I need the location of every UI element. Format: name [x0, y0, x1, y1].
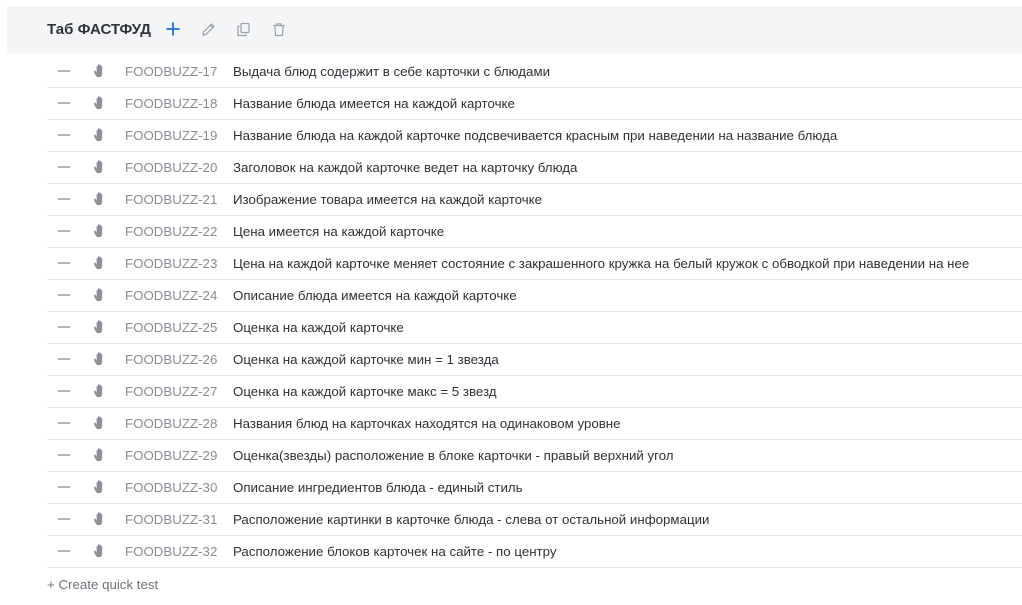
test-case-row[interactable]: FOODBUZZ-24 Описание блюда имеется на каж…: [47, 280, 1022, 312]
pencil-icon: [201, 22, 215, 36]
test-case-title[interactable]: Название блюда имеется на каждой карточк…: [233, 96, 515, 111]
trash-icon: [273, 22, 285, 36]
priority-dash-icon: [58, 262, 70, 264]
copy-icon: [236, 22, 250, 36]
test-case-id[interactable]: FOODBUZZ-27: [125, 384, 217, 399]
suite-header: Таб ФАСТФУД: [7, 6, 1022, 53]
test-case-title[interactable]: Цена на каждой карточке меняет состояние…: [233, 256, 969, 271]
test-case-id[interactable]: FOODBUZZ-21: [125, 192, 217, 207]
manual-hand-icon: [93, 511, 107, 526]
manual-hand-icon: [93, 319, 107, 334]
manual-hand-icon: [93, 415, 107, 430]
manual-hand-icon: [93, 543, 107, 558]
test-case-id[interactable]: FOODBUZZ-18: [125, 96, 217, 111]
priority-dash-icon: [58, 326, 70, 328]
test-case-id[interactable]: FOODBUZZ-24: [125, 288, 217, 303]
priority-dash-icon: [58, 422, 70, 424]
test-case-id[interactable]: FOODBUZZ-19: [125, 128, 217, 143]
test-case-title[interactable]: Оценка на каждой карточке: [233, 320, 404, 335]
test-case-row[interactable]: FOODBUZZ-22 Цена имеется на каждой карточ…: [47, 216, 1022, 248]
priority-dash-icon: [58, 134, 70, 136]
test-case-title[interactable]: Заголовок на каждой карточке ведет на ка…: [233, 160, 577, 175]
test-case-row[interactable]: FOODBUZZ-25 Оценка на каждой карточке: [47, 312, 1022, 344]
copy-suite-button[interactable]: [232, 18, 254, 40]
test-case-id[interactable]: FOODBUZZ-25: [125, 320, 217, 335]
test-case-title[interactable]: Оценка(звезды) расположение в блоке карт…: [233, 448, 674, 463]
create-quick-test-link[interactable]: + Create quick test: [47, 577, 158, 592]
manual-hand-icon: [93, 447, 107, 462]
test-case-id[interactable]: FOODBUZZ-32: [125, 544, 217, 559]
test-case-title[interactable]: Оценка на каждой карточке мин = 1 звезда: [233, 352, 499, 367]
manual-hand-icon: [93, 287, 107, 302]
test-case-row[interactable]: FOODBUZZ-31 Расположение картинки в карто…: [47, 504, 1022, 536]
priority-dash-icon: [58, 294, 70, 296]
test-case-title[interactable]: Расположение картинки в карточке блюда -…: [233, 512, 709, 527]
test-case-id[interactable]: FOODBUZZ-22: [125, 224, 217, 239]
manual-hand-icon: [93, 191, 107, 206]
test-case-row[interactable]: FOODBUZZ-21 Изображение товара имеется на…: [47, 184, 1022, 216]
priority-dash-icon: [58, 70, 70, 72]
test-case-title[interactable]: Описание ингредиентов блюда - единый сти…: [233, 480, 523, 495]
manual-hand-icon: [93, 383, 107, 398]
test-case-row[interactable]: FOODBUZZ-30 Описание ингредиентов блюда -…: [47, 472, 1022, 504]
test-case-row[interactable]: FOODBUZZ-29 Оценка(звезды) расположение в…: [47, 440, 1022, 472]
suite-title: Таб ФАСТФУД: [47, 21, 151, 38]
priority-dash-icon: [58, 102, 70, 104]
priority-dash-icon: [58, 166, 70, 168]
test-case-row[interactable]: FOODBUZZ-20 Заголовок на каждой карточке …: [47, 152, 1022, 184]
manual-hand-icon: [93, 223, 107, 238]
test-case-id[interactable]: FOODBUZZ-30: [125, 480, 217, 495]
test-case-row[interactable]: FOODBUZZ-27 Оценка на каждой карточке мак…: [47, 376, 1022, 408]
test-case-id[interactable]: FOODBUZZ-31: [125, 512, 217, 527]
test-case-id[interactable]: FOODBUZZ-23: [125, 256, 217, 271]
priority-dash-icon: [58, 390, 70, 392]
test-case-title[interactable]: Названия блюд на карточках находятся на …: [233, 416, 621, 431]
priority-dash-icon: [58, 454, 70, 456]
test-case-id[interactable]: FOODBUZZ-17: [125, 64, 217, 79]
test-case-row[interactable]: FOODBUZZ-19 Название блюда на каждой карт…: [47, 120, 1022, 152]
manual-hand-icon: [93, 479, 107, 494]
test-case-title[interactable]: Название блюда на каждой карточке подсве…: [233, 128, 837, 143]
priority-dash-icon: [58, 518, 70, 520]
test-case-row[interactable]: FOODBUZZ-26 Оценка на каждой карточке мин…: [47, 344, 1022, 376]
test-case-title[interactable]: Выдача блюд содержит в себе карточки с б…: [233, 64, 550, 79]
manual-hand-icon: [93, 159, 107, 174]
test-case-title[interactable]: Оценка на каждой карточке макс = 5 звезд: [233, 384, 497, 399]
test-case-title[interactable]: Цена имеется на каждой карточке: [233, 224, 444, 239]
plus-icon: [166, 22, 180, 36]
test-case-title[interactable]: Расположение блоков карточек на сайте - …: [233, 544, 557, 559]
test-case-row[interactable]: FOODBUZZ-17 Выдача блюд содержит в себе к…: [47, 56, 1022, 88]
manual-hand-icon: [93, 127, 107, 142]
priority-dash-icon: [58, 486, 70, 488]
manual-hand-icon: [93, 63, 107, 78]
test-case-row[interactable]: FOODBUZZ-18 Название блюда имеется на каж…: [47, 88, 1022, 120]
priority-dash-icon: [58, 550, 70, 552]
test-case-id[interactable]: FOODBUZZ-28: [125, 416, 217, 431]
test-case-title[interactable]: Описание блюда имеется на каждой карточк…: [233, 288, 517, 303]
priority-dash-icon: [58, 230, 70, 232]
test-case-row[interactable]: FOODBUZZ-28 Названия блюд на карточках на…: [47, 408, 1022, 440]
test-case-list: FOODBUZZ-17 Выдача блюд содержит в себе к…: [47, 56, 1022, 568]
delete-suite-button[interactable]: [268, 18, 290, 40]
test-case-row[interactable]: FOODBUZZ-32 Расположение блоков карточек …: [47, 536, 1022, 568]
test-case-row[interactable]: FOODBUZZ-23 Цена на каждой карточке меняе…: [47, 248, 1022, 280]
test-case-title[interactable]: Изображение товара имеется на каждой кар…: [233, 192, 542, 207]
test-case-id[interactable]: FOODBUZZ-26: [125, 352, 217, 367]
manual-hand-icon: [93, 351, 107, 366]
manual-hand-icon: [93, 95, 107, 110]
priority-dash-icon: [58, 358, 70, 360]
priority-dash-icon: [58, 198, 70, 200]
test-case-id[interactable]: FOODBUZZ-29: [125, 448, 217, 463]
manual-hand-icon: [93, 255, 107, 270]
edit-suite-button[interactable]: [197, 18, 219, 40]
test-case-id[interactable]: FOODBUZZ-20: [125, 160, 217, 175]
add-case-button[interactable]: [162, 18, 184, 40]
